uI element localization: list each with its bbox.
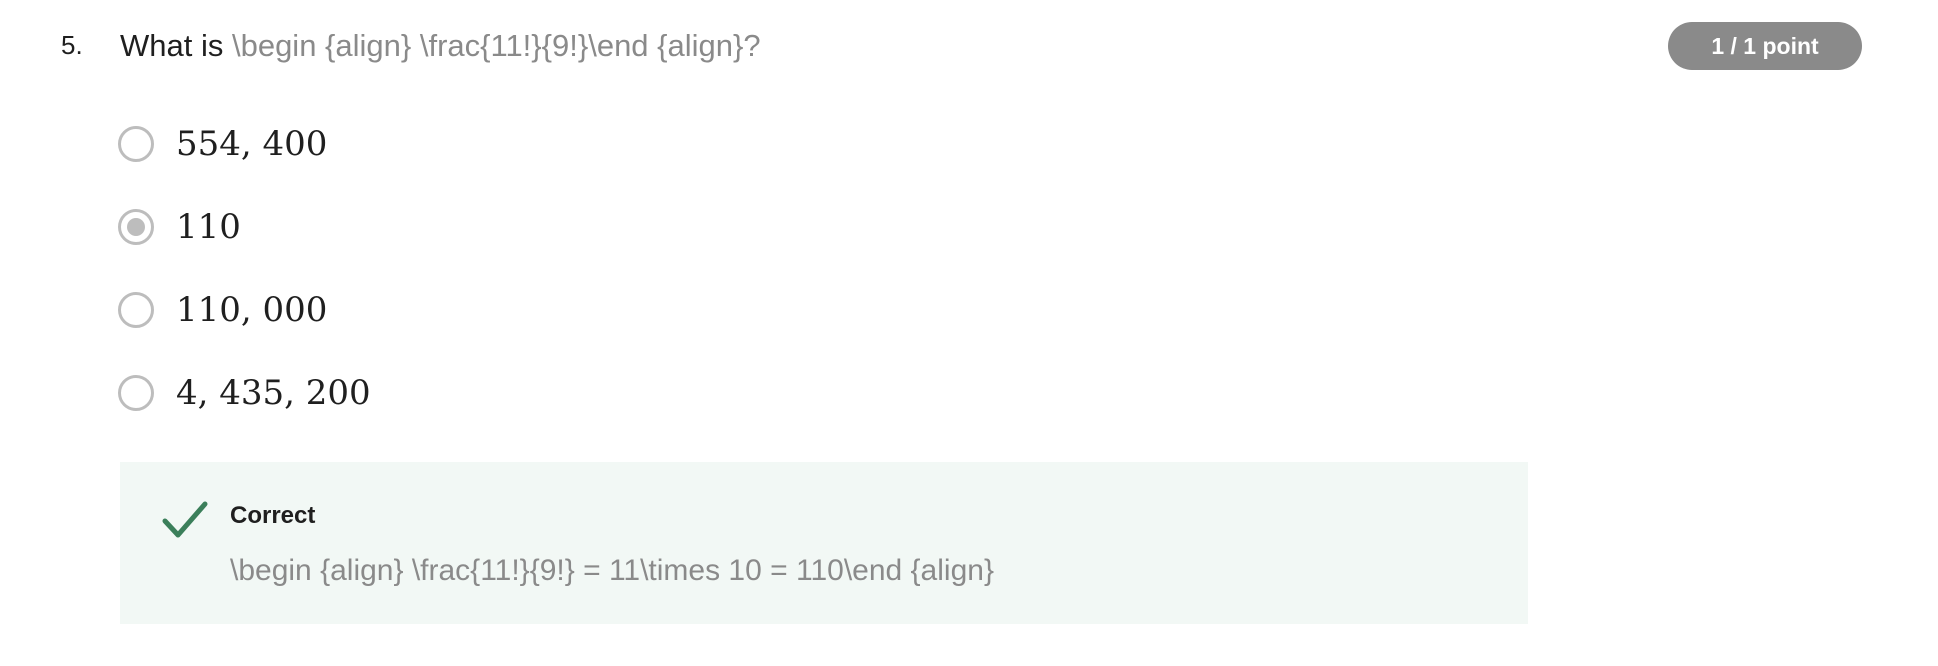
option-4[interactable]: 4, 435, 200 (118, 351, 371, 434)
question-number: 5. (61, 30, 83, 60)
question-text: What is \begin {align} \frac{11!}{9!}\en… (120, 28, 761, 64)
option-label: 110, 000 (176, 289, 328, 330)
quiz-question: 5. What is \begin {align} \frac{11!}{9!}… (0, 0, 1938, 666)
feedback-title: Correct (230, 502, 316, 529)
radio-button[interactable] (118, 374, 154, 411)
option-label: 4, 435, 200 (176, 372, 371, 413)
question-prefix: What is (120, 28, 232, 63)
question-latex: \begin {align} \frac{11!}{9!}\end {align… (231, 28, 761, 63)
radio-button[interactable] (118, 125, 154, 162)
feedback-explanation: \begin {align} \frac{11!}{9!} = 11\times… (230, 554, 994, 587)
radio-button[interactable] (118, 291, 154, 328)
option-1[interactable]: 554, 400 (118, 102, 371, 185)
radio-button-selected[interactable] (118, 208, 154, 245)
points-badge: 1 / 1 point (1668, 22, 1862, 70)
feedback-panel: Correct \begin {align} \frac{11!}{9!} = … (120, 462, 1528, 624)
option-3[interactable]: 110, 000 (118, 268, 371, 351)
answer-options: 554, 400 110 110, 000 4, 435, 200 (118, 102, 371, 434)
option-label: 110 (176, 206, 241, 247)
option-2[interactable]: 110 (118, 185, 371, 268)
option-label: 554, 400 (176, 123, 328, 164)
check-icon (162, 501, 208, 538)
